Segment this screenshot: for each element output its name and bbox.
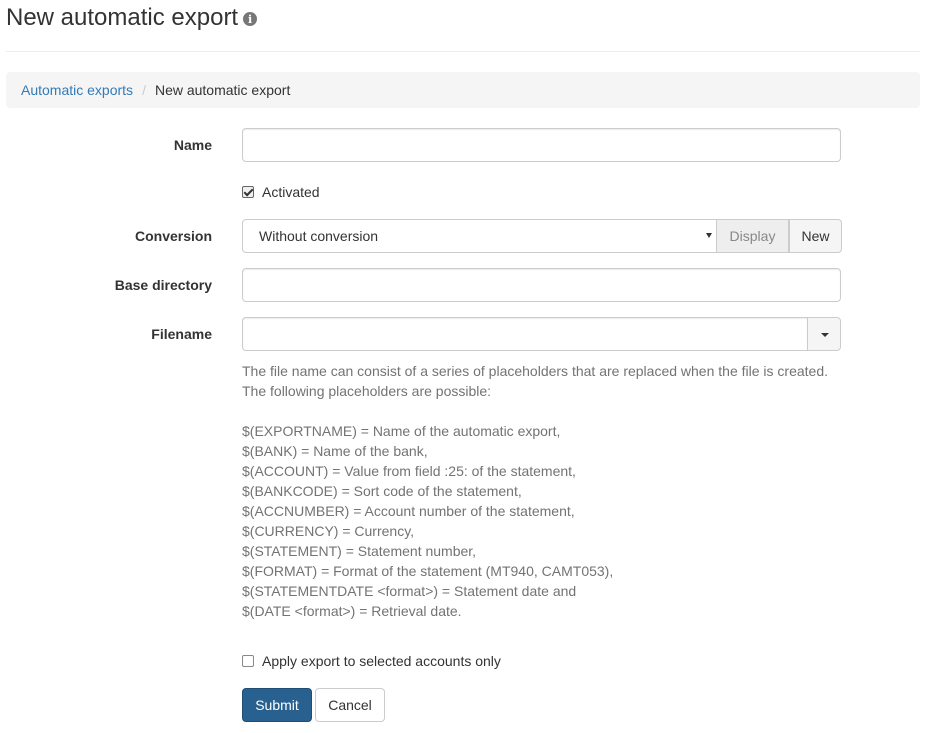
placeholder-line: $(BANK) = Name of the bank, — [242, 443, 428, 459]
filename-label: Filename — [151, 326, 212, 342]
page-title: New automatic export i — [6, 4, 258, 32]
placeholder-line: $(STATEMENTDATE <format>) = Statement da… — [242, 583, 577, 599]
placeholder-line: $(STATEMENT) = Statement number, — [242, 543, 477, 559]
caret-down-icon — [821, 333, 829, 337]
base-directory-input[interactable] — [242, 268, 841, 302]
placeholder-line: $(ACCNUMBER) = Account number of the sta… — [242, 503, 575, 519]
placeholder-line: $(DATE <format>) = Retrieval date. — [242, 603, 462, 619]
name-label: Name — [173, 137, 212, 153]
base-directory-label: Base directory — [114, 277, 212, 293]
filename-dropdown-button[interactable] — [807, 317, 841, 351]
page-title-text: New automatic export — [6, 4, 239, 31]
filename-help-text: The file name can consist of a series of… — [242, 361, 842, 621]
help-intro-line: The file name can consist of a series of… — [242, 363, 828, 379]
filename-input[interactable] — [242, 317, 807, 351]
conversion-group: Without conversion Display New — [242, 219, 842, 253]
activated-checkbox-row[interactable]: Activated — [242, 184, 320, 200]
cancel-button[interactable]: Cancel — [315, 688, 385, 722]
breadcrumb-automatic-exports-link[interactable]: Automatic exports — [21, 82, 133, 98]
placeholder-line: $(BANKCODE) = Sort code of the statement… — [242, 483, 522, 499]
conversion-display-button[interactable]: Display — [717, 219, 789, 253]
placeholder-line: $(ACCOUNT) = Value from field :25: of th… — [242, 463, 576, 479]
activated-label: Activated — [262, 184, 320, 200]
breadcrumb: Automatic exports / New automatic export — [6, 72, 920, 108]
placeholder-line: $(CURRENCY) = Currency, — [242, 523, 415, 539]
name-input[interactable] — [242, 128, 841, 162]
page-header: New automatic export i — [6, 0, 920, 52]
placeholder-line: $(EXPORTNAME) = Name of the automatic ex… — [242, 423, 561, 439]
conversion-label: Conversion — [134, 228, 212, 244]
conversion-select[interactable]: Without conversion — [242, 219, 717, 253]
help-intro-line: The following placeholders are possible: — [242, 383, 492, 399]
selected-accounts-label: Apply export to selected accounts only — [262, 653, 501, 669]
selected-accounts-checkbox-row[interactable]: Apply export to selected accounts only — [242, 653, 501, 669]
breadcrumb-current: New automatic export — [154, 82, 291, 98]
selected-accounts-checkbox[interactable] — [242, 655, 254, 667]
filename-combo — [242, 317, 841, 351]
conversion-selected-value: Without conversion — [259, 228, 379, 244]
submit-button[interactable]: Submit — [242, 688, 312, 722]
info-icon[interactable]: i — [243, 12, 258, 26]
activated-checkbox[interactable] — [242, 186, 254, 198]
conversion-new-button[interactable]: New — [789, 219, 842, 253]
placeholder-line: $(FORMAT) = Format of the statement (MT9… — [242, 563, 614, 579]
caret-down-icon — [706, 233, 712, 238]
breadcrumb-separator: / — [142, 82, 146, 98]
